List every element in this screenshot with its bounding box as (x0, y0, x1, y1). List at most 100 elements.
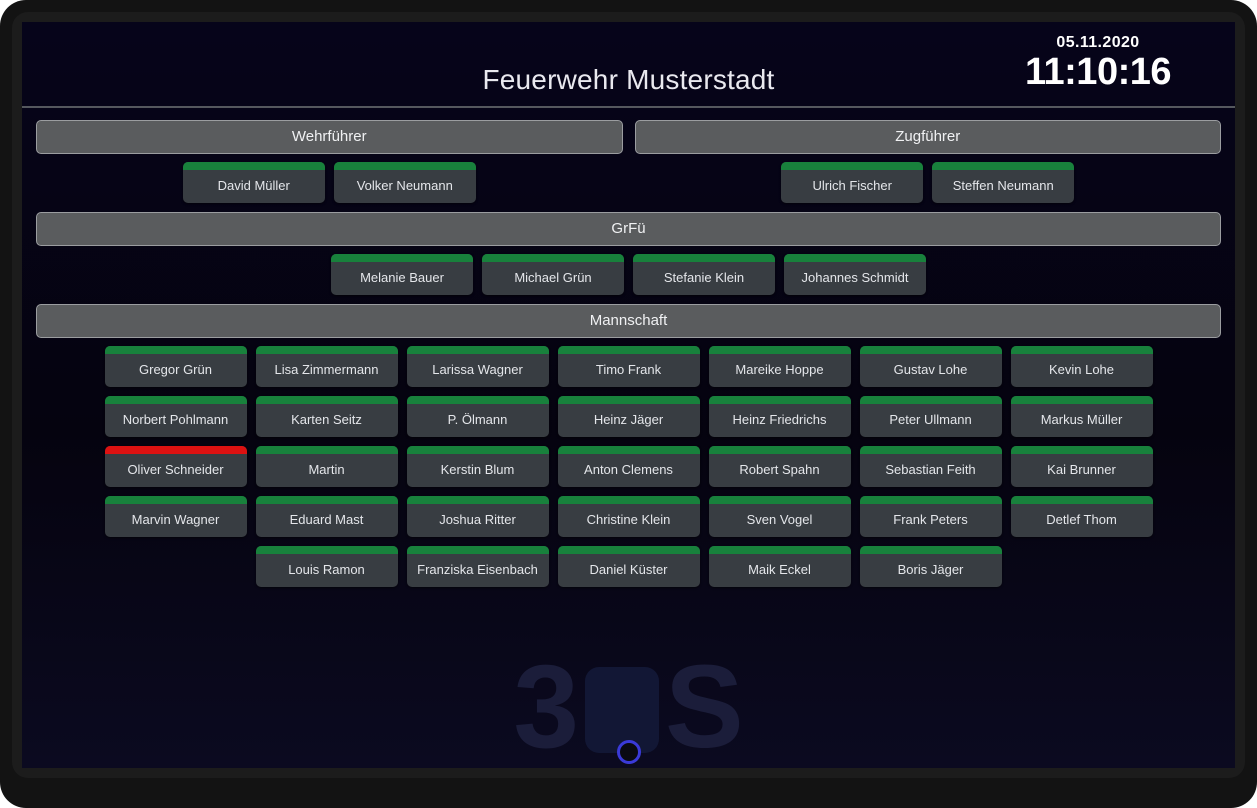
status-indicator (557, 446, 700, 454)
person-card[interactable]: P. Ölmann (406, 396, 549, 437)
person-name: David Müller (217, 178, 290, 193)
status-indicator (406, 396, 549, 404)
mannschaft-header-row: Mannschaft (36, 304, 1221, 338)
mannschaft-row: Norbert Pohlmann Karten Seitz P. Ölmann Hei… (36, 396, 1221, 437)
person-name: Melanie Bauer (360, 270, 444, 285)
person-card[interactable]: Steffen Neumann (932, 162, 1075, 203)
person-name: Marvin Wagner (131, 512, 220, 527)
person-card[interactable]: Sebastian Feith (859, 446, 1002, 487)
person-card[interactable]: Gregor Grün (104, 346, 247, 387)
status-indicator (104, 396, 247, 404)
mannschaft-row: Louis Ramon Franziska Eisenbach Daniel Küs… (36, 546, 1221, 587)
person-name: Volker Neumann (356, 178, 453, 193)
person-card[interactable]: Oliver Schneider (104, 446, 247, 487)
person-name: Heinz Jäger (593, 412, 664, 427)
status-indicator (859, 346, 1002, 354)
person-name: Christine Klein (586, 512, 671, 527)
status-indicator (932, 162, 1075, 170)
person-card[interactable]: Lisa Zimmermann (255, 346, 398, 387)
person-card[interactable]: Timo Frank (557, 346, 700, 387)
person-card[interactable]: Daniel Küster (557, 546, 700, 587)
person-card[interactable]: Michael Grün (482, 254, 624, 295)
status-indicator (1010, 446, 1153, 454)
person-card[interactable]: Norbert Pohlmann (104, 396, 247, 437)
person-card[interactable]: Kai Brunner (1010, 446, 1153, 487)
person-card[interactable]: Melanie Bauer (331, 254, 473, 295)
status-indicator (255, 496, 398, 504)
person-name: Heinz Friedrichs (732, 412, 827, 427)
person-card[interactable]: Franziska Eisenbach (406, 546, 549, 587)
section-header-grfue[interactable]: GrFü (36, 212, 1221, 246)
status-indicator (708, 396, 851, 404)
person-name: Anton Clemens (584, 462, 673, 477)
person-name: Stefanie Klein (663, 270, 745, 285)
status-indicator (859, 396, 1002, 404)
status-indicator (406, 546, 549, 554)
status-indicator (182, 162, 325, 170)
status-indicator (1010, 346, 1153, 354)
person-card[interactable]: Martin (255, 446, 398, 487)
status-indicator (784, 254, 926, 262)
status-indicator (406, 446, 549, 454)
status-indicator (633, 254, 775, 262)
person-card[interactable]: Anton Clemens (557, 446, 700, 487)
tablet-device-frame: 3 S Feuerwehr Musterstadt 05.11.2020 11:… (0, 0, 1257, 808)
person-card[interactable]: Boris Jäger (859, 546, 1002, 587)
person-name: Kai Brunner (1047, 462, 1116, 477)
person-name: Frank Peters (893, 512, 968, 527)
person-card[interactable]: Kerstin Blum (406, 446, 549, 487)
person-card[interactable]: Mareike Hoppe (708, 346, 851, 387)
person-card[interactable]: Markus Müller (1010, 396, 1153, 437)
person-card[interactable]: Eduard Mast (255, 496, 398, 537)
person-card[interactable]: Frank Peters (859, 496, 1002, 537)
person-card[interactable]: Marvin Wagner (104, 496, 247, 537)
person-name: Martin (308, 462, 345, 477)
app-header: Feuerwehr Musterstadt 05.11.2020 11:10:1… (22, 22, 1235, 108)
datetime-display: 05.11.2020 11:10:16 (983, 34, 1213, 93)
person-name: Ulrich Fischer (812, 178, 892, 193)
person-name: Gustav Lohe (893, 362, 968, 377)
status-indicator (557, 496, 700, 504)
person-card[interactable]: Karten Seitz (255, 396, 398, 437)
status-indicator (104, 346, 247, 354)
person-card[interactable]: Peter Ullmann (859, 396, 1002, 437)
mannschaft-row: Marvin Wagner Eduard Mast Joshua Ritter Chr… (36, 496, 1221, 537)
person-card[interactable]: Ulrich Fischer (781, 162, 924, 203)
status-indicator (104, 496, 247, 504)
status-indicator (557, 546, 700, 554)
person-name: Timo Frank (595, 362, 662, 377)
person-card[interactable]: Volker Neumann (333, 162, 476, 203)
person-card[interactable]: Joshua Ritter (406, 496, 549, 537)
person-card[interactable]: Detlef Thom (1010, 496, 1153, 537)
status-indicator (104, 446, 247, 454)
person-card[interactable]: David Müller (182, 162, 325, 203)
status-indicator (406, 346, 549, 354)
status-indicator (859, 546, 1002, 554)
roster-content: Wehrführer Zugführer David Müller Volker… (22, 108, 1235, 587)
person-card[interactable]: Stefanie Klein (633, 254, 775, 295)
person-name: Daniel Küster (589, 562, 668, 577)
person-card[interactable]: Louis Ramon (255, 546, 398, 587)
section-header-zugfuehrer[interactable]: Zugführer (634, 120, 1221, 154)
section-header-mannschaft[interactable]: Mannschaft (36, 304, 1221, 338)
person-card[interactable]: Heinz Jäger (557, 396, 700, 437)
person-card[interactable]: Kevin Lohe (1010, 346, 1153, 387)
status-indicator (331, 254, 473, 262)
section-header-wehrfuehrer[interactable]: Wehrführer (36, 120, 623, 154)
status-indicator (255, 346, 398, 354)
wehrfuehrer-members: David Müller Volker Neumann (36, 162, 623, 203)
person-card[interactable]: Sven Vogel (708, 496, 851, 537)
person-card[interactable]: Johannes Schmidt (784, 254, 926, 295)
person-name: Johannes Schmidt (801, 270, 909, 285)
home-button[interactable] (616, 740, 641, 764)
person-card[interactable]: Gustav Lohe (859, 346, 1002, 387)
person-card[interactable]: Christine Klein (557, 496, 700, 537)
person-card[interactable]: Heinz Friedrichs (708, 396, 851, 437)
person-name: Kerstin Blum (440, 462, 515, 477)
status-indicator (708, 446, 851, 454)
person-card[interactable]: Larissa Wagner (406, 346, 549, 387)
person-name: Peter Ullmann (889, 412, 972, 427)
person-card[interactable]: Maik Eckel (708, 546, 851, 587)
watermark-box-glyph (584, 667, 659, 753)
person-card[interactable]: Robert Spahn (708, 446, 851, 487)
